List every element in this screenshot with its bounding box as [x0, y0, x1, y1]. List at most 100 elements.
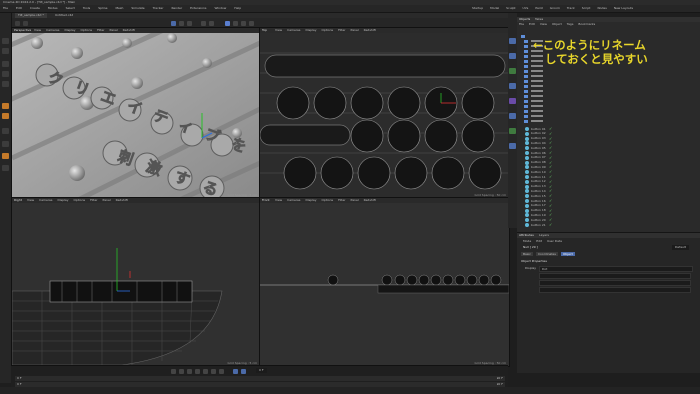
viewport-menu-item[interactable]: Filter [90, 198, 97, 202]
menu-item[interactable]: Select [66, 6, 75, 10]
layout-tab[interactable]: Paint [535, 6, 542, 10]
display-select[interactable]: Dot [539, 266, 693, 272]
menu-item[interactable]: Simulate [131, 6, 144, 10]
subtab-coordinates[interactable]: Coordinates [535, 252, 558, 256]
layout-tab[interactable]: Sculpt [506, 6, 515, 10]
viewport-menu-item[interactable]: Display [305, 198, 316, 202]
layout-tab[interactable]: Nodes [597, 6, 606, 10]
viewport-menu-item[interactable]: Options [322, 198, 334, 202]
object-row[interactable]: button 21 ✓ [525, 223, 565, 227]
viewport-menu-item[interactable]: View [27, 198, 34, 202]
null-icon[interactable] [509, 143, 516, 149]
menu-item[interactable]: Mesh [115, 6, 123, 10]
next-frame-icon[interactable] [203, 369, 208, 374]
viewport-menu-item[interactable]: Panel [103, 198, 111, 202]
menu-item[interactable]: Tools [83, 6, 90, 10]
attr-menu-item[interactable]: Edit [536, 239, 542, 243]
cloner-icon[interactable] [509, 83, 516, 89]
viewport-menu-item[interactable]: Display [64, 28, 75, 32]
effector-icon[interactable] [509, 98, 516, 104]
current-frame-field[interactable]: 0 F [256, 368, 267, 373]
previous-key-icon[interactable] [179, 369, 184, 374]
viewport-menu-item[interactable]: Options [322, 28, 334, 32]
layout-tab[interactable]: Track [567, 6, 575, 10]
menu-item[interactable]: Window [214, 6, 226, 10]
viewport-menu-item[interactable]: Options [74, 198, 86, 202]
move-tool-icon[interactable] [171, 21, 176, 26]
viewport-perspective[interactable]: Perspective View Cameras Display Options Fil… [11, 27, 261, 199]
viewport-menu-item[interactable]: Cameras [287, 198, 300, 202]
om-menu-item[interactable]: View [540, 22, 547, 26]
om-menu-item[interactable]: File [519, 22, 524, 26]
undo-icon[interactable] [15, 21, 20, 26]
redo-icon[interactable] [23, 21, 28, 26]
viewport-menu-item[interactable]: Redshift [364, 28, 376, 32]
menu-item[interactable]: Help [234, 6, 241, 10]
deformer-icon[interactable] [249, 21, 254, 26]
menu-item[interactable]: Create [30, 6, 40, 10]
live-selection-icon[interactable] [2, 48, 9, 54]
camera-icon[interactable] [509, 38, 516, 44]
viewport-menu-item[interactable]: Filter [97, 28, 104, 32]
polygons-mode-icon[interactable] [2, 81, 9, 87]
layout-tab[interactable]: Script [582, 6, 591, 10]
selection-tool-icon[interactable] [2, 38, 9, 44]
viewport-menu-item[interactable]: View [275, 28, 282, 32]
viewport-menu-item[interactable]: Display [57, 198, 68, 202]
rotate-tool-icon[interactable] [187, 21, 192, 26]
generator-icon[interactable] [241, 21, 246, 26]
layout-tab[interactable]: Model [490, 6, 499, 10]
viewport-top[interactable]: Top View Cameras Display Options Filter Panel… [259, 27, 510, 199]
spline-icon[interactable] [233, 21, 238, 26]
viewport-right[interactable]: Right View Cameras Display Options Filter Pan… [11, 197, 261, 367]
tab-attributes[interactable]: Attributes [519, 233, 534, 238]
go-to-start-icon[interactable] [171, 369, 176, 374]
layout-tab[interactable]: Groom [550, 6, 560, 10]
texture-mode-icon[interactable] [2, 103, 9, 109]
viewport-menu-item[interactable]: Filter [338, 198, 345, 202]
light-icon[interactable] [509, 53, 516, 59]
menu-item[interactable]: Render [171, 6, 182, 10]
menu-item[interactable]: Spline [98, 6, 107, 10]
go-to-end-icon[interactable] [219, 369, 224, 374]
record-icon[interactable] [233, 369, 238, 374]
autokey-icon[interactable] [241, 369, 246, 374]
om-menu-item[interactable]: Edit [529, 22, 535, 26]
viewport-menu-item[interactable]: Cameras [39, 198, 52, 202]
viewport-menu-item[interactable]: View [275, 198, 282, 202]
menu-item[interactable]: Tracker [153, 6, 164, 10]
time-ruler[interactable]: 0 F 90 F [15, 376, 505, 381]
scale-tool-icon[interactable] [179, 21, 184, 26]
play-icon[interactable] [195, 369, 200, 374]
viewport-menu-item[interactable]: Filter [338, 28, 345, 32]
subtab-basic[interactable]: Basic [521, 252, 533, 256]
enabled-check-icon[interactable]: ✓ [549, 223, 553, 227]
viewport-menu-item[interactable]: Panel [351, 28, 359, 32]
subtab-object[interactable]: Object [560, 252, 575, 256]
menu-item[interactable]: Modes [48, 6, 58, 10]
om-menu-item[interactable]: Object [552, 22, 562, 26]
menu-item[interactable]: Edit [16, 6, 22, 10]
tag-icon[interactable] [509, 128, 516, 134]
viewport-menu-item[interactable]: Panel [351, 198, 359, 202]
viewport-menu-item[interactable]: Redshift [123, 28, 135, 32]
viewport-menu-item[interactable]: Cameras [46, 28, 59, 32]
attr-menu-item[interactable]: User Data [547, 239, 562, 243]
orientation-field[interactable] [539, 287, 691, 293]
aspect-field[interactable] [539, 280, 691, 286]
snap-icon[interactable] [2, 141, 9, 147]
field-icon[interactable] [509, 113, 516, 119]
preset-dropdown[interactable]: Default [672, 245, 689, 250]
axis-mode-icon[interactable] [2, 128, 9, 134]
menu-item[interactable]: Extensions [190, 6, 206, 10]
layout-tab[interactable]: New Layouts [614, 6, 633, 10]
viewport-menu-item[interactable]: Options [81, 28, 93, 32]
layout-tab[interactable]: Startup [472, 6, 483, 10]
layout-tab[interactable]: UVs [523, 6, 529, 10]
paint-mode-icon[interactable] [2, 113, 9, 119]
next-key-icon[interactable] [211, 369, 216, 374]
tab-layers[interactable]: Layers [539, 233, 549, 238]
attr-menu-item[interactable]: Mode [523, 239, 531, 243]
previous-frame-icon[interactable] [187, 369, 192, 374]
cube-icon[interactable] [225, 21, 230, 26]
